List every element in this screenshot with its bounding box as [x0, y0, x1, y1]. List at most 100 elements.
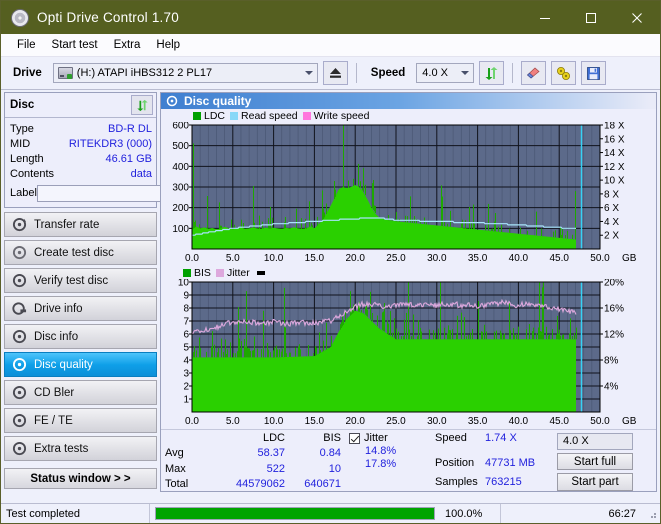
svg-text:200: 200	[172, 203, 189, 214]
legend-swatch-marker	[256, 270, 265, 275]
svg-text:15.0: 15.0	[305, 416, 325, 427]
charts-container: LDC Read speed Write speed 100 200 300 400 5…	[161, 109, 656, 429]
svg-text:35.0: 35.0	[468, 253, 488, 264]
status-window-button[interactable]: Status window > >	[4, 468, 157, 489]
status-message: Test completed	[6, 507, 80, 520]
eject-button[interactable]	[322, 61, 348, 85]
toolbar-divider	[355, 63, 357, 83]
sidebar-item-fe-te[interactable]: FE / TE	[4, 408, 157, 433]
refresh-button[interactable]	[479, 61, 505, 85]
disc-info-list: Type BD-R DL MID RITEKDR3 (000) Length 4…	[5, 118, 241, 207]
svg-text:8%: 8%	[604, 356, 619, 367]
svg-text:45.0: 45.0	[549, 253, 569, 264]
ldc-chart[interactable]: 100 200 300 400 500 600 2 X 4 X 6 X 8 X 10 X 12 X 14…	[161, 122, 656, 266]
close-icon[interactable]	[614, 1, 660, 34]
start-part-button[interactable]: Start part	[557, 473, 633, 491]
progress-bar-fill	[156, 508, 434, 519]
svg-text:6 X: 6 X	[604, 203, 619, 214]
test-speed-value: 4.0 X	[563, 435, 589, 448]
chevron-down-icon	[304, 71, 313, 75]
drive-info-icon	[12, 301, 27, 316]
start-full-button[interactable]: Start full	[557, 452, 633, 471]
disc-row-mid-value: RITEKDR3 (000)	[68, 137, 152, 150]
jitter-header: Jitter	[349, 432, 423, 445]
menu-file[interactable]: File	[9, 37, 44, 53]
resize-grip[interactable]	[646, 508, 657, 519]
stats-row-max-label: Max	[165, 462, 186, 475]
sidebar-item-disc-quality[interactable]: Disc quality	[4, 352, 157, 377]
menu-extra[interactable]: Extra	[106, 37, 149, 53]
svg-text:5.0: 5.0	[226, 253, 240, 264]
sidebar-item-label: Disc info	[34, 330, 79, 343]
sidebar-item-verify-test-disc[interactable]: Verify test disc	[4, 268, 157, 293]
window-title: Opti Drive Control 1.70	[37, 10, 179, 25]
svg-text:8 X: 8 X	[604, 189, 619, 200]
speed-select[interactable]: 4.0 X	[416, 63, 475, 83]
svg-text:30.0: 30.0	[427, 416, 447, 427]
disc-panel-title: Disc	[10, 99, 35, 111]
disc-label-row: Label	[10, 183, 241, 203]
minimize-icon[interactable]	[522, 1, 568, 34]
jitter-checkbox[interactable]	[349, 433, 360, 444]
svg-text:400: 400	[172, 162, 189, 173]
run-info: Speed 1.74 X Position 47731 MB Samples 7…	[423, 432, 551, 491]
main-area: Disc Type BD-R DL MID RITEKDR3 (000) Len…	[1, 90, 660, 492]
svg-text:7: 7	[183, 317, 189, 328]
maximize-icon[interactable]	[568, 1, 614, 34]
stats-row-avg-bis: 0.84	[319, 447, 341, 460]
svg-text:GB: GB	[622, 416, 637, 427]
sidebar-item-transfer-rate[interactable]: Transfer rate	[4, 212, 157, 237]
disc-spin-icon	[12, 273, 27, 288]
sidebar-item-create-test-disc[interactable]: Create test disc	[4, 240, 157, 265]
test-controls: 4.0 X Start full Start part	[551, 432, 633, 491]
jitter-label: Jitter	[364, 432, 388, 444]
legend-label-write-speed: Write speed	[313, 109, 370, 122]
menu-help[interactable]: Help	[148, 37, 188, 53]
sidebar-item-label: Drive info	[34, 302, 83, 315]
erase-button[interactable]	[521, 61, 547, 85]
menu-bar: File Start test Extra Help	[1, 34, 660, 57]
disc-info-icon	[12, 329, 27, 344]
drive-icon	[57, 67, 73, 79]
disc-quality-icon	[166, 95, 178, 107]
save-button[interactable]	[581, 61, 607, 85]
progress-bar	[155, 507, 435, 520]
svg-text:10 X: 10 X	[604, 176, 625, 187]
sidebar-item-cd-bler[interactable]: CD Bler	[4, 380, 157, 405]
sidebar-item-label: Disc quality	[34, 358, 93, 371]
progress-percent: 100.0%	[445, 507, 483, 520]
disc-refresh-button[interactable]	[131, 95, 153, 115]
legend-label-read-speed: Read speed	[241, 109, 298, 122]
svg-text:0.0: 0.0	[185, 253, 199, 264]
svg-text:5.0: 5.0	[226, 416, 240, 427]
svg-text:10: 10	[178, 279, 190, 289]
sidebar-item-drive-info[interactable]: Drive info	[4, 296, 157, 321]
sidebar-item-label: Create test disc	[34, 246, 114, 259]
chevron-down-icon	[461, 71, 470, 75]
test-speed-select[interactable]: 4.0 X	[557, 433, 633, 450]
legend-swatch-ldc	[193, 111, 201, 120]
svg-text:500: 500	[172, 141, 189, 152]
bis-jitter-chart[interactable]: 1 2 3 4 5 6 7 8 9 10 4% 8% 12% 16% 20% 0.0 5.0 10.0 15.0 20…	[161, 279, 656, 429]
disc-spin-icon	[12, 413, 27, 428]
disc-spin-icon	[12, 217, 27, 232]
svg-text:12 X: 12 X	[604, 162, 625, 173]
menu-start-test[interactable]: Start test	[44, 37, 106, 53]
sidebar-item-extra-tests[interactable]: Extra tests	[4, 436, 157, 461]
sidebar-item-label: FE / TE	[34, 414, 73, 427]
tools-button[interactable]	[551, 61, 577, 85]
app-window: Opti Drive Control 1.70 File Start test …	[0, 0, 661, 524]
sidebar-item-disc-info[interactable]: Disc info	[4, 324, 157, 349]
svg-text:20%: 20%	[604, 279, 624, 289]
status-divider	[149, 504, 150, 523]
elapsed-time: 66:27	[608, 507, 636, 520]
drive-select[interactable]: (H:) ATAPI iHBS312 2 PL17	[52, 63, 318, 83]
svg-text:4%: 4%	[604, 382, 619, 393]
legend-swatch-read-speed	[230, 111, 239, 120]
drive-label: Drive	[13, 67, 42, 79]
jitter-max: 17.8%	[365, 458, 397, 470]
disc-row-type-label: Type	[10, 122, 34, 135]
disc-spin-icon	[12, 385, 27, 400]
legend-label-jitter: Jitter	[226, 266, 250, 279]
